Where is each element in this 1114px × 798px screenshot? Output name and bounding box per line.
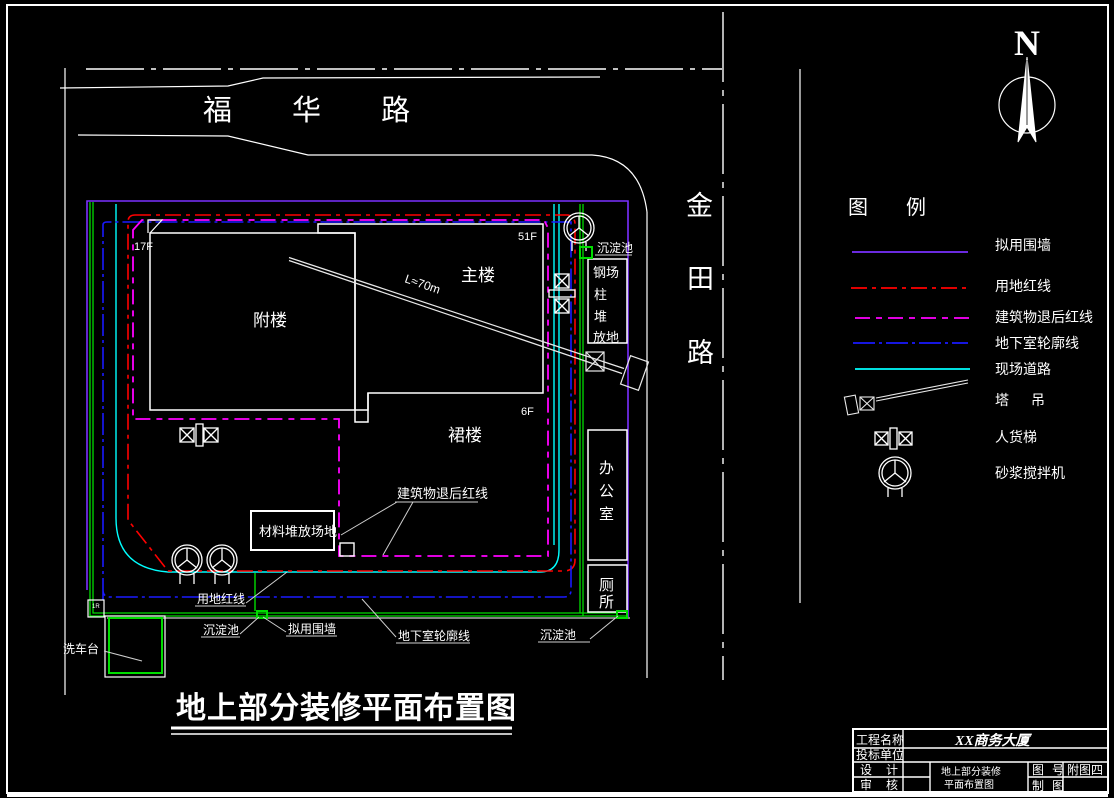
fuhua-road: 福 华 路 bbox=[59, 68, 722, 213]
project-name-label: 工程名称 bbox=[856, 732, 904, 747]
main-floor-label: 51F bbox=[518, 231, 537, 243]
buildings bbox=[147, 219, 544, 423]
building-step bbox=[354, 393, 369, 423]
fuhua-road-label: 福 华 路 bbox=[203, 94, 436, 127]
crane-counterweight bbox=[619, 354, 650, 392]
annex-floor-label: 17F bbox=[134, 241, 153, 253]
office-char-1: 办 bbox=[599, 460, 614, 477]
fuhua-road-north-edge bbox=[59, 76, 601, 89]
jintian-road-char-1: 金 bbox=[686, 191, 713, 221]
sediment-callout-right: 沉淀池 bbox=[540, 628, 576, 642]
cad-sheet: 福 华 路 金 田 路 附楼 17F 主楼 51F 裙楼 6F L≈70m 钢场… bbox=[0, 0, 1114, 798]
legend-label-setback: 建筑物退后红线 bbox=[995, 309, 1093, 325]
gate-label: 1R bbox=[92, 604, 100, 610]
draft-label: 制图 bbox=[1032, 779, 1072, 793]
mortar-mixer-top bbox=[563, 212, 595, 251]
red-line-callout: 用地红线 bbox=[197, 591, 245, 606]
bidder-label: 投标单位 bbox=[856, 747, 904, 762]
legend-tower-crane-icon bbox=[843, 379, 969, 416]
review-label: 审核 bbox=[860, 777, 912, 792]
annex-label: 附楼 bbox=[253, 311, 287, 330]
legend-label-hoist: 人货梯 bbox=[995, 429, 1037, 445]
mortar-mixer-bottom-2 bbox=[206, 544, 238, 584]
drawing-no-value: 附图四 bbox=[1067, 763, 1103, 777]
legend-label-road: 现场道路 bbox=[995, 361, 1051, 377]
legend-label-fence: 拟用围墙 bbox=[995, 237, 1051, 253]
toilet-char-1: 厕 bbox=[599, 577, 614, 594]
legend-label-mixer: 砂浆搅拌机 bbox=[995, 465, 1065, 481]
mortar-mixer-bottom-1 bbox=[171, 544, 203, 584]
project-name-value: XX商务大厦 bbox=[954, 732, 1033, 749]
carwash-outline bbox=[104, 615, 166, 678]
site-road-lines bbox=[115, 204, 560, 573]
fence-callout: 拟用围墙 bbox=[288, 622, 336, 636]
basement-outline bbox=[102, 221, 572, 600]
podium-label: 裙楼 bbox=[448, 426, 482, 445]
carwash-callout: 洗车台 bbox=[63, 641, 99, 656]
setback-callout: 建筑物退后红线 bbox=[397, 486, 488, 501]
hoist-symbol-left bbox=[179, 423, 219, 447]
title-block: 工程名称 XX商务大厦 投标单位 设计 审核 地上部分装修 平面布置图 图号 附… bbox=[852, 728, 1109, 793]
steel-yard-line-3: 堆 bbox=[594, 309, 607, 324]
legend-hoist-icon bbox=[874, 427, 913, 450]
carwash-pad bbox=[108, 617, 163, 674]
basement-callout: 地下室轮廓线 bbox=[398, 628, 470, 643]
legend-label-redline: 用地红线 bbox=[995, 278, 1051, 294]
main-building-label: 主楼 bbox=[461, 266, 495, 285]
sediment-callout-top: 沉淀池 bbox=[597, 241, 633, 255]
drawing-name-line1: 地上部分装修 bbox=[941, 765, 1001, 778]
drawing-name-line2: 平面布置图 bbox=[944, 779, 994, 791]
north-arrow: N bbox=[998, 23, 1056, 143]
toilet-char-2: 所 bbox=[599, 594, 614, 611]
sediment-callout-left: 沉淀池 bbox=[203, 623, 239, 637]
office-char-2: 公 bbox=[599, 483, 614, 500]
main-building-outline bbox=[317, 223, 544, 411]
drawing-title-group: 地上部分装修平面布置图 bbox=[171, 691, 517, 735]
legend-label-crane: 塔吊 bbox=[995, 392, 1067, 408]
material-area-label: 材料堆放场地 bbox=[259, 524, 337, 539]
legend: 图例 拟用围墙 用地红线 建筑物退后红线 地下室轮廓线 现场道路 塔吊 人货梯 bbox=[843, 196, 1093, 497]
jintian-road-char-2: 田 bbox=[687, 264, 714, 294]
steel-yard-line-2: 柱 bbox=[594, 287, 607, 302]
podium-floor-label: 6F bbox=[521, 406, 534, 418]
site-plan-drawing: 福 华 路 金 田 路 附楼 17F 主楼 51F 裙楼 6F L≈70m 钢场… bbox=[6, 4, 1109, 797]
steel-yard-line-1: 钢场 bbox=[593, 265, 619, 280]
crane-length-label: L≈70m bbox=[403, 272, 442, 297]
setback-step-box bbox=[339, 542, 355, 557]
fence-line bbox=[86, 200, 629, 617]
office-char-3: 室 bbox=[599, 506, 614, 523]
legend-mortar-mixer-icon bbox=[878, 456, 912, 497]
legend-label-basement: 地下室轮廓线 bbox=[995, 335, 1079, 351]
jintian-road-char-3: 路 bbox=[687, 338, 714, 368]
steel-yard-line-4: 放地 bbox=[593, 330, 619, 345]
legend-title: 图例 bbox=[848, 196, 964, 219]
design-label: 设计 bbox=[860, 763, 912, 777]
sheet-border bbox=[6, 4, 1109, 797]
drawing-no-label: 图号 bbox=[1032, 763, 1072, 777]
drawing-title: 地上部分装修平面布置图 bbox=[176, 691, 517, 725]
